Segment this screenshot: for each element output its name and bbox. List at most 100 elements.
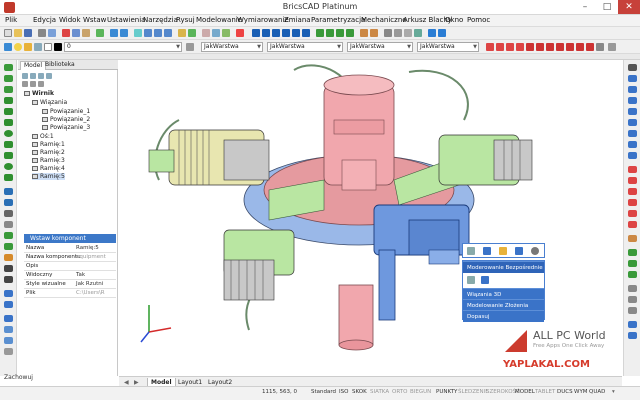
move-tool-icon[interactable] xyxy=(628,119,637,126)
layer-sun-icon[interactable] xyxy=(24,43,32,51)
view-ne-iso-icon[interactable] xyxy=(336,29,344,37)
align-tool-icon[interactable] xyxy=(628,321,637,328)
mtext-tool-icon[interactable] xyxy=(4,276,13,283)
ellipse-tool-icon[interactable] xyxy=(4,163,13,170)
attribute-tool-icon[interactable] xyxy=(4,290,13,297)
status-ducs[interactable]: DUCS xyxy=(557,389,573,395)
tree-constraint[interactable]: Powiązanie_3 xyxy=(42,124,90,131)
elliptical-arc-tool-icon[interactable] xyxy=(4,174,13,181)
status-quad[interactable]: QUAD xyxy=(589,389,605,395)
edit-pline-tool-icon[interactable] xyxy=(628,285,637,292)
panel-tool-5-icon[interactable] xyxy=(22,81,28,87)
color-select[interactable]: JakWarstwa ▼ xyxy=(201,42,263,52)
ole-tool-icon[interactable] xyxy=(4,337,13,344)
menu-mechaniczne[interactable]: Mechaniczne xyxy=(361,16,407,24)
snap-center-icon[interactable] xyxy=(506,43,514,51)
lineweight-select[interactable]: JakWarstwa ▼ xyxy=(347,42,413,52)
snap-apparent-icon[interactable] xyxy=(586,43,594,51)
copy-tool-icon[interactable] xyxy=(628,75,637,82)
image-tool-icon[interactable] xyxy=(4,326,13,333)
mirror-tool-icon[interactable] xyxy=(628,86,637,93)
print-icon[interactable] xyxy=(38,29,46,37)
property-row[interactable]: Nazwa Ramię:5 xyxy=(24,244,116,253)
menu-edycja[interactable]: Edycja xyxy=(33,16,56,24)
panel-tool-6-icon[interactable] xyxy=(30,81,36,87)
minimize-button[interactable]: – xyxy=(574,0,596,14)
quad-item-fit[interactable]: Dopasuj xyxy=(463,310,544,322)
hatch-tool-icon[interactable] xyxy=(4,221,13,228)
help-icon[interactable] xyxy=(236,29,244,37)
edit-hatch-tool-icon[interactable] xyxy=(628,307,637,314)
property-row[interactable]: Widoczny Tak xyxy=(24,271,116,280)
circle-tool-icon[interactable] xyxy=(4,130,13,137)
snap-nearest-icon[interactable] xyxy=(576,43,584,51)
point-tool-icon[interactable] xyxy=(4,210,13,217)
close-button[interactable]: ✕ xyxy=(618,0,640,14)
view-right-icon[interactable] xyxy=(282,29,290,37)
panel-tool-2-icon[interactable] xyxy=(30,73,36,79)
menu-pomoc[interactable]: Pomoc xyxy=(467,16,490,24)
linetype-select[interactable]: JakWarstwa ▼ xyxy=(267,42,343,52)
menu-modelowanie[interactable]: Modelowanie xyxy=(196,16,242,24)
status-snap[interactable]: SKOK xyxy=(352,389,367,395)
hide-icon[interactable] xyxy=(384,29,392,37)
status-model[interactable]: MODEL xyxy=(515,389,535,395)
wipeout-tool-icon[interactable] xyxy=(4,301,13,308)
union-tool-icon[interactable] xyxy=(628,249,637,256)
cut-icon[interactable] xyxy=(62,29,70,37)
snap-intersection-icon[interactable] xyxy=(536,43,544,51)
layers-explorer-icon[interactable] xyxy=(212,29,220,37)
view-left-icon[interactable] xyxy=(272,29,280,37)
match-properties-icon[interactable] xyxy=(96,29,104,37)
menu-parametryzacja[interactable]: Parametryzacja xyxy=(311,16,365,24)
layer-select[interactable]: 0 ▼ xyxy=(64,42,182,52)
layer-manager-icon[interactable] xyxy=(4,43,12,51)
arc-tool-icon[interactable] xyxy=(4,119,13,126)
tree-root[interactable]: Wirnik xyxy=(24,90,54,97)
maximize-button[interactable]: □ xyxy=(596,0,618,14)
look-from-icon[interactable] xyxy=(428,29,436,37)
undo-icon[interactable] xyxy=(110,29,118,37)
zoom-extents-icon[interactable] xyxy=(164,29,172,37)
offset-tool-icon[interactable] xyxy=(628,97,637,104)
array-tool-icon[interactable] xyxy=(628,108,637,115)
view-sw-iso-icon[interactable] xyxy=(316,29,324,37)
snap-tangent-icon[interactable] xyxy=(566,43,574,51)
property-row[interactable]: Style wizualne Jak Rzutni xyxy=(24,280,116,289)
menu-ustawienia[interactable]: Ustawienia xyxy=(107,16,145,24)
tree-part[interactable]: Oś:1 xyxy=(32,133,54,140)
redo-icon[interactable] xyxy=(120,29,128,37)
table-tool-icon[interactable] xyxy=(4,254,13,261)
snap-insertion-icon[interactable] xyxy=(546,43,554,51)
break-tool-icon[interactable] xyxy=(628,188,637,195)
stretch-tool-icon[interactable] xyxy=(628,152,637,159)
snap-clear-icon[interactable] xyxy=(596,43,604,51)
chamfer-tool-icon[interactable] xyxy=(628,210,637,217)
pin-icon[interactable] xyxy=(531,247,539,255)
orbit-icon[interactable] xyxy=(438,29,446,37)
save-icon[interactable] xyxy=(24,29,32,37)
tree-part-selected[interactable]: Ramię:5 xyxy=(32,173,65,180)
quad-rotate-icon[interactable] xyxy=(481,276,489,284)
tree-part[interactable]: Ramię:3 xyxy=(32,157,65,164)
plotstyle-select[interactable]: JakWarstwa ▼ xyxy=(417,42,479,52)
more-tools-icon[interactable] xyxy=(4,348,13,355)
view-back-icon[interactable] xyxy=(302,29,310,37)
render-icon[interactable] xyxy=(178,29,186,37)
erase-tool-icon[interactable] xyxy=(628,64,637,71)
status-tablet[interactable]: TABLET xyxy=(535,389,555,395)
tree-part[interactable]: Ramię:2 xyxy=(32,149,65,156)
intersect-tool-icon[interactable] xyxy=(628,271,637,278)
xref-tool-icon[interactable] xyxy=(4,315,13,322)
menu-okno[interactable]: Okno xyxy=(445,16,463,24)
ucs-icon[interactable] xyxy=(360,29,368,37)
infinite-line-tool-icon[interactable] xyxy=(4,75,13,82)
menu-narzedzia[interactable]: Narzędzia xyxy=(143,16,178,24)
ucs-world-icon[interactable] xyxy=(370,29,378,37)
polyline-tool-icon[interactable] xyxy=(4,86,13,93)
zoom-window-icon[interactable] xyxy=(154,29,162,37)
region-tool-icon[interactable] xyxy=(4,243,13,250)
menu-zmiana[interactable]: Zmiana xyxy=(284,16,311,24)
trim-tool-icon[interactable] xyxy=(628,166,637,173)
status-grid[interactable]: SIATKA xyxy=(370,389,389,395)
